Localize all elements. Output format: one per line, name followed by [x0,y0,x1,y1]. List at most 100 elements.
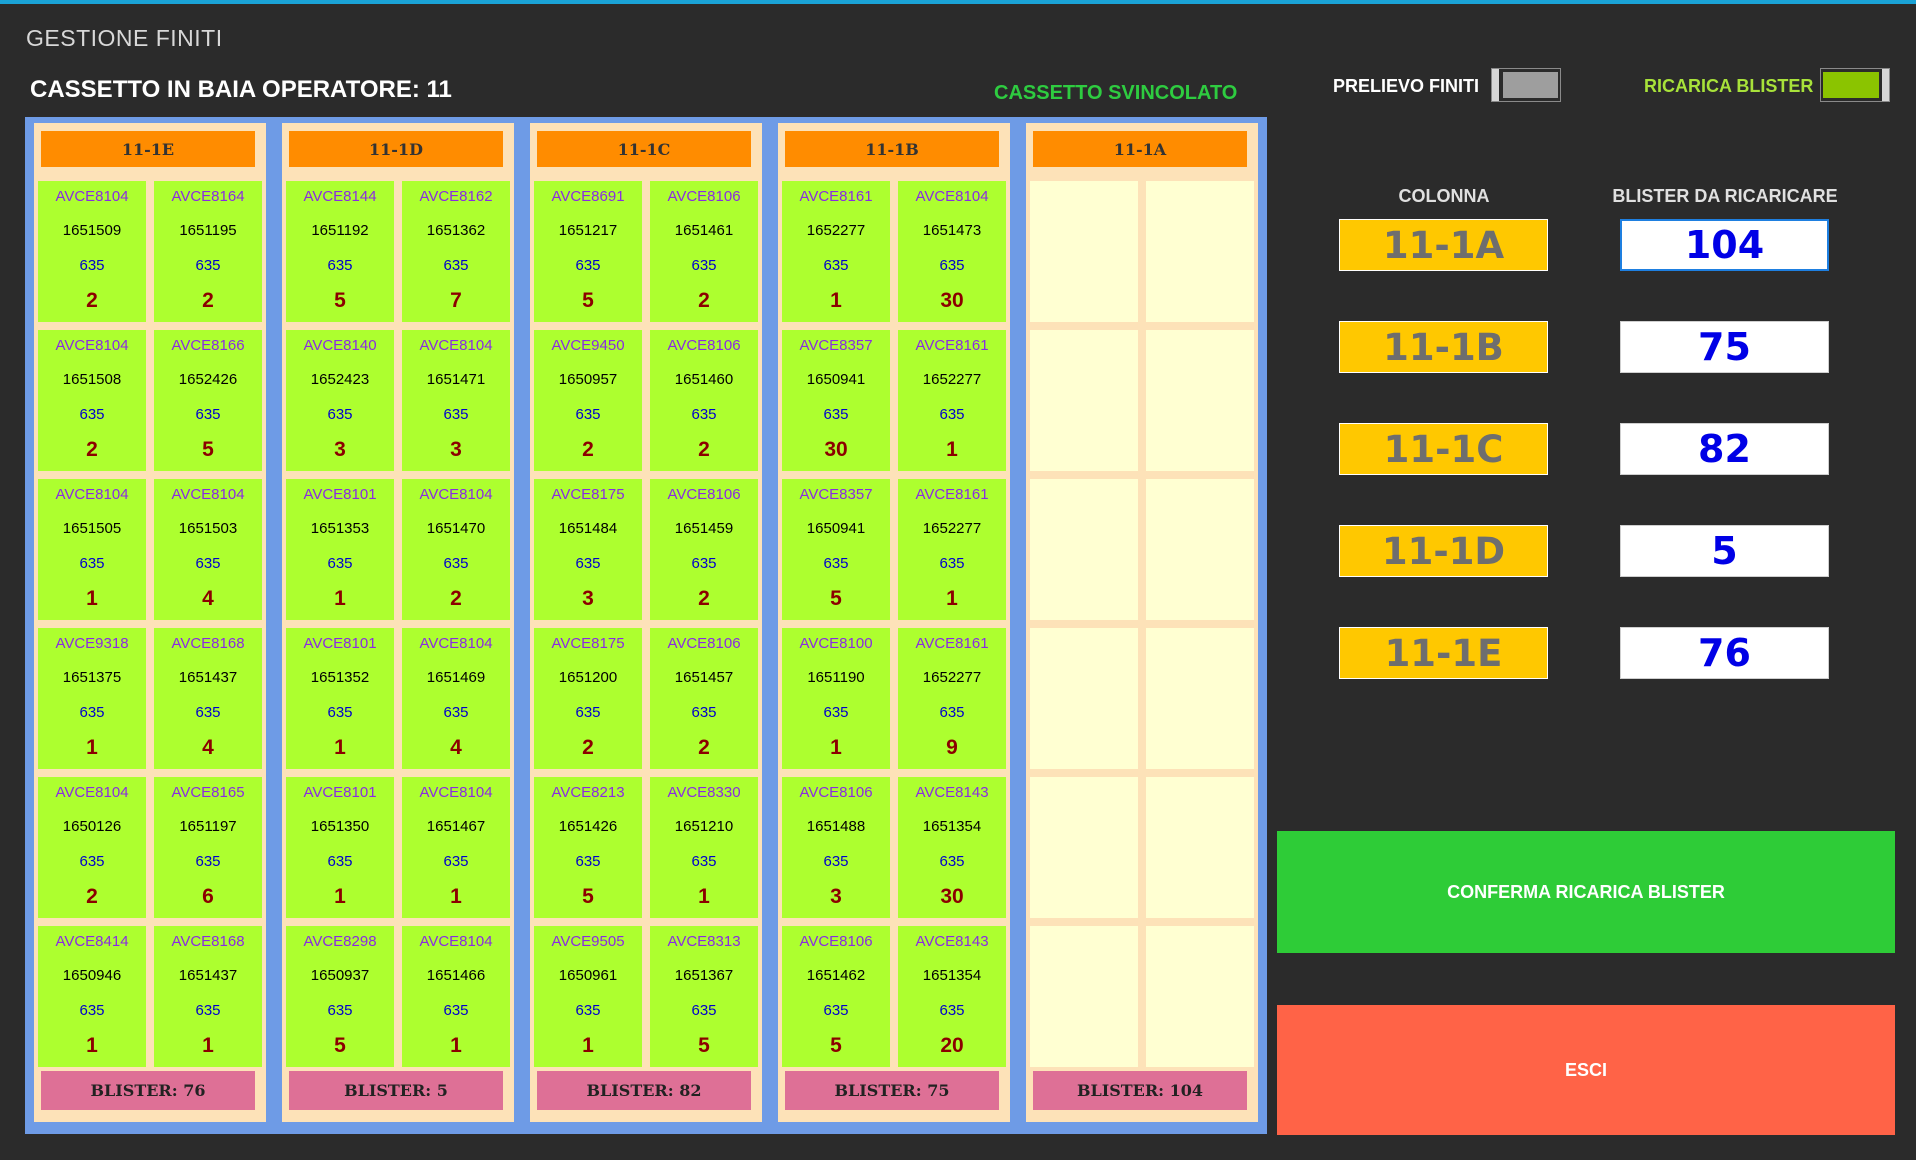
slot-cell[interactable]: AVCE8106 1651460 635 2 [650,330,758,471]
slot-lot: 1650941 [806,520,866,537]
slot-cell[interactable]: AVCE8161 1652277 635 1 [898,479,1006,620]
slot-cell[interactable]: AVCE8104 1651471 635 3 [402,330,510,471]
slot-cell[interactable]: AVCE8414 1650946 635 1 [38,926,146,1067]
slot-cell[interactable]: AVCE8143 1651354 635 20 [898,926,1006,1067]
slot-cell[interactable]: AVCE8175 1651200 635 2 [534,628,642,769]
slot-cell[interactable]: AVCE8104 1651503 635 4 [154,479,262,620]
slot-cell[interactable]: AVCE8106 1651459 635 2 [650,479,758,620]
empty-slot-cell[interactable] [1146,926,1254,1067]
slot-cell[interactable]: AVCE8106 1651461 635 2 [650,181,758,322]
slot-cell[interactable]: AVCE8168 1651437 635 1 [154,926,262,1067]
slot-cell[interactable]: AVCE8100 1651190 635 1 [782,628,890,769]
slot-cell[interactable]: AVCE8101 1651350 635 1 [286,777,394,918]
slot-qty: 5 [202,438,214,461]
slot-qty: 1 [450,885,462,908]
slot-cell[interactable]: AVCE8104 1651505 635 1 [38,479,146,620]
slot-num: 635 [195,853,221,870]
slot-lot: 1651508 [62,371,122,388]
slot-qty: 9 [946,736,958,759]
slot-cell[interactable]: AVCE8164 1651195 635 2 [154,181,262,322]
slot-cell[interactable]: AVCE8168 1651437 635 4 [154,628,262,769]
slot-lot: 1652277 [922,669,982,686]
empty-slot-cell[interactable] [1030,181,1138,322]
slot-cell[interactable]: AVCE8104 1650126 635 2 [38,777,146,918]
slot-num: 635 [823,406,849,423]
empty-slot-cell[interactable] [1146,181,1254,322]
slot-qty: 30 [940,885,964,908]
slot-cell[interactable]: AVCE8313 1651367 635 5 [650,926,758,1067]
slot-cell[interactable]: AVCE8104 1651509 635 2 [38,181,146,322]
exit-button[interactable]: ESCI [1277,1005,1895,1135]
slot-cell[interactable]: AVCE9505 1650961 635 1 [534,926,642,1067]
slot-qty: 4 [202,587,214,610]
slot-cell[interactable]: AVCE8104 1651466 635 1 [402,926,510,1067]
toggle-fill [1503,72,1558,98]
empty-slot-cell[interactable] [1030,628,1138,769]
slot-qty: 3 [582,587,594,610]
blister-refill-input[interactable] [1620,525,1829,577]
slot-cell[interactable]: AVCE8104 1651469 635 4 [402,628,510,769]
slot-qty: 2 [202,289,214,312]
slot-lot: 1651353 [310,520,370,537]
slot-cell[interactable]: AVCE8691 1651217 635 5 [534,181,642,322]
empty-slot-cell[interactable] [1146,777,1254,918]
ricarica-toggle[interactable] [1820,68,1890,102]
slot-cell[interactable]: AVCE8143 1651354 635 30 [898,777,1006,918]
empty-slot-cell[interactable] [1030,479,1138,620]
slot-code: AVCE8161 [915,635,989,652]
blister-refill-input[interactable] [1620,627,1829,679]
slot-cell[interactable]: AVCE8101 1651352 635 1 [286,628,394,769]
slot-cell[interactable]: AVCE8106 1651488 635 3 [782,777,890,918]
column-11-1e: 11-1E AVCE8104 1651509 635 2 AVCE8164 1651195 6… [34,123,266,1122]
slot-code: AVCE8104 [171,486,245,503]
slot-cell[interactable]: AVCE8161 1652277 635 9 [898,628,1006,769]
slot-code: AVCE8143 [915,933,989,950]
slot-code: AVCE8140 [303,337,377,354]
empty-slot-cell[interactable] [1030,926,1138,1067]
slot-cell[interactable]: AVCE8161 1652277 635 1 [782,181,890,322]
slot-code: AVCE8106 [799,784,873,801]
slot-cell[interactable]: AVCE8140 1652423 635 3 [286,330,394,471]
blister-refill-input[interactable] [1620,423,1829,475]
slot-lot: 1651459 [674,520,734,537]
slot-cell[interactable]: AVCE8357 1650941 635 5 [782,479,890,620]
empty-slot-cell[interactable] [1146,628,1254,769]
slot-cell[interactable]: AVCE8104 1651508 635 2 [38,330,146,471]
slot-cell[interactable]: AVCE9450 1650957 635 2 [534,330,642,471]
empty-slot-cell[interactable] [1030,330,1138,471]
slot-cell[interactable]: AVCE8104 1651467 635 1 [402,777,510,918]
prelievo-toggle[interactable] [1491,68,1561,102]
slot-qty: 2 [582,438,594,461]
column-cells: AVCE8691 1651217 635 5 AVCE8106 1651461 635 2 AV… [534,181,758,1067]
slot-cell[interactable]: AVCE8104 1651470 635 2 [402,479,510,620]
empty-slot-cell[interactable] [1146,330,1254,471]
slot-lot: 1651460 [674,371,734,388]
slot-cell[interactable]: AVCE8162 1651362 635 7 [402,181,510,322]
slot-cell[interactable]: AVCE8213 1651426 635 5 [534,777,642,918]
blister-refill-input[interactable] [1620,219,1829,271]
slot-cell[interactable]: AVCE9318 1651375 635 1 [38,628,146,769]
slot-qty: 1 [946,438,958,461]
slot-qty: 1 [830,289,842,312]
slot-num: 635 [823,853,849,870]
confirm-refill-button[interactable]: CONFERMA RICARICA BLISTER [1277,831,1895,953]
slot-cell[interactable]: AVCE8104 1651473 635 30 [898,181,1006,322]
slot-lot: 1651457 [674,669,734,686]
slot-qty: 2 [582,736,594,759]
slot-cell[interactable]: AVCE8175 1651484 635 3 [534,479,642,620]
slot-cell[interactable]: AVCE8106 1651457 635 2 [650,628,758,769]
slot-cell[interactable]: AVCE8330 1651210 635 1 [650,777,758,918]
slot-cell[interactable]: AVCE8357 1650941 635 30 [782,330,890,471]
slot-cell[interactable]: AVCE8298 1650937 635 5 [286,926,394,1067]
slot-cell[interactable]: AVCE8166 1652426 635 5 [154,330,262,471]
slot-cell[interactable]: AVCE8106 1651462 635 5 [782,926,890,1067]
slot-num: 635 [443,853,469,870]
slot-cell[interactable]: AVCE8101 1651353 635 1 [286,479,394,620]
empty-slot-cell[interactable] [1146,479,1254,620]
slot-qty: 4 [202,736,214,759]
slot-cell[interactable]: AVCE8161 1652277 635 1 [898,330,1006,471]
blister-refill-input[interactable] [1620,321,1829,373]
slot-cell[interactable]: AVCE8165 1651197 635 6 [154,777,262,918]
slot-cell[interactable]: AVCE8144 1651192 635 5 [286,181,394,322]
empty-slot-cell[interactable] [1030,777,1138,918]
